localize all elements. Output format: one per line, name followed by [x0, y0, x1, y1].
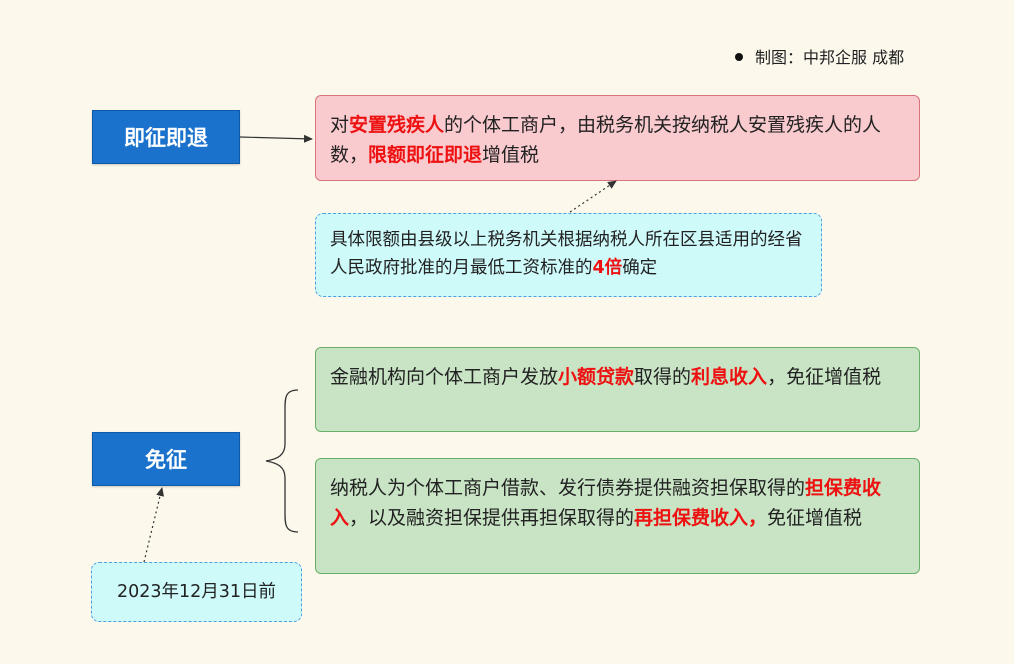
- brace-exempt: [265, 389, 299, 533]
- arrow-refund-to-main: [239, 134, 313, 143]
- connector-lines: [143, 134, 617, 563]
- arrow-note-to-main: [569, 180, 617, 213]
- arrow-date-to-exempt: [143, 487, 164, 563]
